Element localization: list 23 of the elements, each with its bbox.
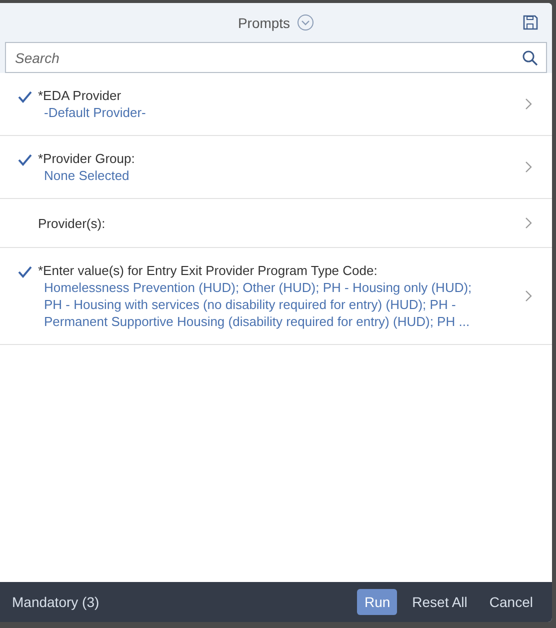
prompt-label: *Provider Group: [38, 150, 136, 167]
prompt-value: -Default Provider- [43, 104, 147, 121]
chevron-right-icon [525, 161, 532, 173]
footer-button[interactable]: Reset All [405, 589, 474, 615]
footer-button[interactable]: Cancel [482, 589, 540, 615]
search-field[interactable]: Search [5, 42, 547, 73]
prompt-value: Permanent Supportive Housing (disability required for entry) (HUD); PH ... [43, 313, 471, 330]
chevron-right-icon [525, 98, 532, 110]
prompt-value: None Selected [43, 167, 130, 184]
chevron-right-icon [525, 217, 532, 229]
prompt-item[interactable]: *Provider Group: None Selected [0, 136, 552, 199]
prompt-value: PH - Housing with services (no disability required for entry) (HUD); PH - [43, 296, 457, 313]
chevron-right-icon [525, 290, 532, 302]
prompt-item[interactable]: *EDA Provider -Default Provider- [0, 73, 552, 136]
prompt-label: Provider(s): [38, 214, 106, 232]
prompt-label: *Enter value(s) for Entry Exit Provider Program Type Code: [38, 262, 378, 279]
search-icon[interactable] [522, 50, 538, 66]
mandatory-count: Mandatory (3) [12, 594, 100, 610]
prompt-label: *EDA Provider [38, 87, 122, 104]
dialog-title: Prompts [238, 14, 290, 30]
save-icon[interactable] [523, 15, 538, 30]
prompt-item[interactable]: Provider(s): [0, 199, 552, 248]
prompt-value: Homelessness Prevention (HUD); Other (HUD); PH - Housing only (HUD); [43, 279, 473, 296]
